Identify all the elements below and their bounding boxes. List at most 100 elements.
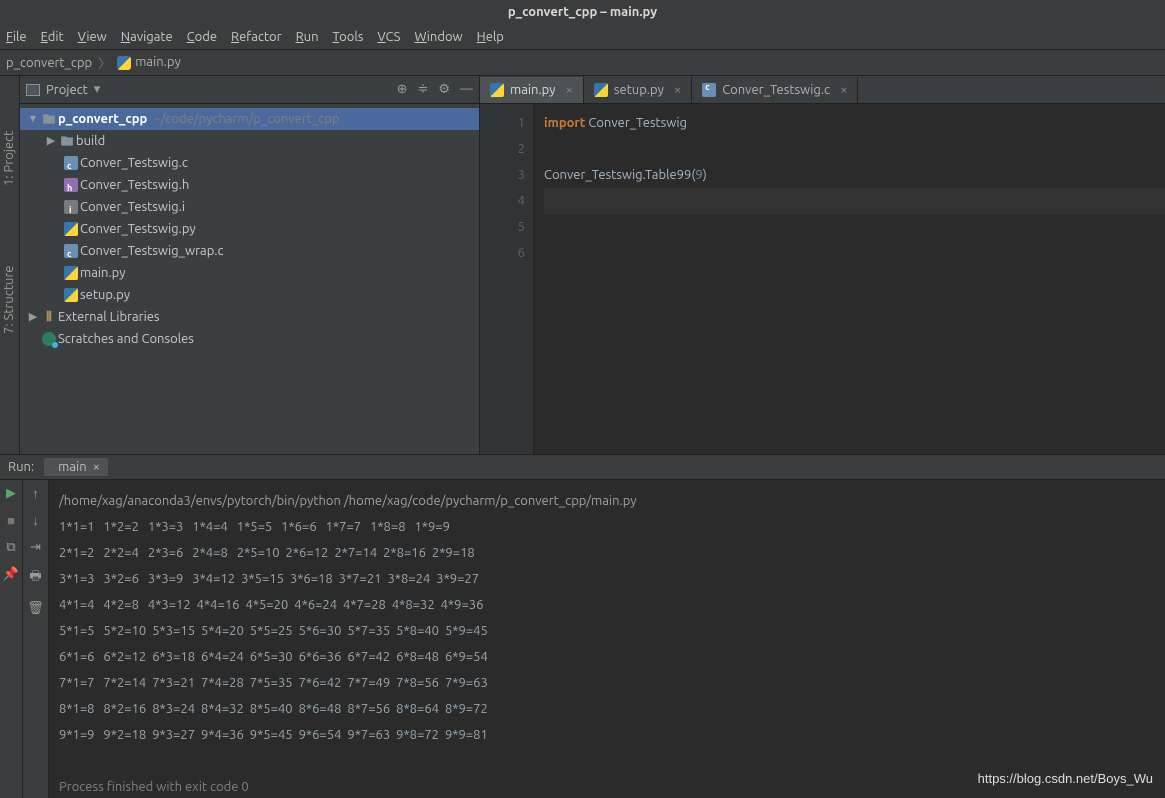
menu-edit[interactable]: Edit xyxy=(41,30,64,44)
main-split: 1: Project 7: Structure Project ▾ ⊕ ≑ ⚙ … xyxy=(0,76,1165,454)
scratches-icon xyxy=(40,332,58,346)
rerun-icon[interactable]: ▶ xyxy=(6,486,16,501)
code-area[interactable]: 123456 import Conver_Testswig Conver_Tes… xyxy=(480,104,1165,454)
run-left-rail: ▶ ■ ⧉ 📌 xyxy=(0,480,23,798)
tree-root-name: p_convert_cpp xyxy=(58,108,147,130)
console-line: 3*1=3 3*2=6 3*3=9 3*4=12 3*5=15 3*6=18 3… xyxy=(59,566,1155,592)
menu-run[interactable]: Run xyxy=(296,30,319,44)
window-title: p_convert_cpp – main.py xyxy=(0,0,1165,24)
tree-scratches[interactable]: Scratches and Consoles xyxy=(20,328,479,350)
breadcrumb-sep: 〉 xyxy=(98,53,111,72)
tree-item[interactable]: Conver_Testswig.i xyxy=(20,196,479,218)
console-line: 5*1=5 5*2=10 5*3=15 5*4=20 5*5=25 5*6=30… xyxy=(59,618,1155,644)
file-icon xyxy=(62,178,80,192)
tree-item-label: setup.py xyxy=(80,284,130,306)
gear-icon[interactable]: ⚙ xyxy=(438,82,450,97)
code-line-current xyxy=(544,188,1165,214)
hide-icon[interactable]: — xyxy=(460,82,473,97)
tree-item-label: Conver_Testswig.h xyxy=(80,174,189,196)
pin-icon[interactable]: 📌 xyxy=(3,567,19,582)
code-line xyxy=(544,214,1165,240)
tree-root[interactable]: ▼ p_convert_cpp ~/code/pycharm/p_convert… xyxy=(20,108,479,130)
tree-item-label: Conver_Testswig.c xyxy=(80,152,188,174)
tree-item[interactable]: main.py xyxy=(20,262,479,284)
print-icon[interactable]: 🖶 xyxy=(29,567,41,589)
tree-item-label: Conver_Testswig.py xyxy=(80,218,196,240)
wrap-icon[interactable]: ⇥ xyxy=(30,540,41,555)
down-icon[interactable]: ↓ xyxy=(32,513,39,528)
console-line: 7*1=7 7*2=14 7*3=21 7*4=28 7*5=35 7*6=42… xyxy=(59,670,1155,696)
line-number: 3 xyxy=(480,162,525,188)
editor-tabs: main.py×setup.py× Conver_Testswig.c × xyxy=(480,76,1165,104)
breadcrumb-file-label: main.py xyxy=(135,55,181,69)
file-icon xyxy=(594,83,608,97)
collapse-icon[interactable]: ≑ xyxy=(417,82,428,97)
tree-item-label: build xyxy=(76,130,105,152)
stop-icon[interactable]: ■ xyxy=(7,513,15,528)
editor-tab[interactable]: Conver_Testswig.c × xyxy=(692,77,858,103)
tree-item-label: Conver_Testswig.i xyxy=(80,196,185,218)
rail-structure-tab[interactable]: 7: Structure xyxy=(2,266,16,334)
code[interactable]: import Conver_Testswig Conver_Testswig.T… xyxy=(534,104,1165,454)
menu-vcs[interactable]: VCS xyxy=(377,30,400,44)
editor-tab[interactable]: setup.py× xyxy=(584,77,692,103)
project-panel: Project ▾ ⊕ ≑ ⚙ — ▼ p_convert_cpp ~/code… xyxy=(20,76,480,454)
breadcrumb-root[interactable]: p_convert_cpp xyxy=(6,56,92,70)
menu-file[interactable]: File xyxy=(6,30,27,44)
run-tab[interactable]: main × xyxy=(44,458,108,476)
left-tool-rail: 1: Project 7: Structure xyxy=(0,76,20,454)
run-left-rail2: ↑ ↓ ⇥ 🖶 🗑 xyxy=(23,480,49,798)
menu-help[interactable]: Help xyxy=(477,30,504,44)
tree-external-libraries[interactable]: ▶ ⫴ External Libraries xyxy=(20,306,479,328)
console-line: 4*1=4 4*2=8 4*3=12 4*4=16 4*5=20 4*6=24 … xyxy=(59,592,1155,618)
editor-tab[interactable]: main.py× xyxy=(480,77,584,103)
console-line: 6*1=6 6*2=12 6*3=18 6*4=24 6*5=30 6*6=36… xyxy=(59,644,1155,670)
expand-icon[interactable]: ▶ xyxy=(26,306,40,328)
editor-area: main.py×setup.py× Conver_Testswig.c × 1234… xyxy=(480,76,1165,454)
tree-item[interactable]: Conver_Testswig.h xyxy=(20,174,479,196)
rail-project-tab[interactable]: 1: Project xyxy=(2,131,16,186)
run-tool-header: Run: main × xyxy=(0,454,1165,480)
file-icon xyxy=(62,244,80,258)
file-icon xyxy=(62,288,80,302)
project-panel-title[interactable]: Project xyxy=(46,83,88,97)
up-icon[interactable]: ↑ xyxy=(32,486,39,501)
file-icon xyxy=(62,266,80,280)
folder-icon xyxy=(58,134,76,148)
console-line: 8*1=8 8*2=16 8*3=24 8*4=32 8*5=40 8*6=48… xyxy=(59,696,1155,722)
tab-label: Conver_Testswig.c xyxy=(722,83,830,97)
close-icon[interactable]: × xyxy=(674,83,681,97)
tree-item-label: Conver_Testswig_wrap.c xyxy=(80,240,224,262)
project-panel-header: Project ▾ ⊕ ≑ ⚙ — xyxy=(20,76,479,104)
layout-icon[interactable]: ⧉ xyxy=(6,540,15,555)
project-tree: ▼ p_convert_cpp ~/code/pycharm/p_convert… xyxy=(20,104,479,354)
tree-item[interactable]: Conver_Testswig.c xyxy=(20,152,479,174)
tree-item[interactable]: Conver_Testswig.py xyxy=(20,218,479,240)
menu-tools[interactable]: Tools xyxy=(333,30,364,44)
close-icon[interactable]: × xyxy=(93,460,100,474)
line-number: 6 xyxy=(480,240,525,266)
menu-code[interactable]: Code xyxy=(187,30,217,44)
line-number: 4 xyxy=(480,188,525,214)
expand-icon[interactable]: ▼ xyxy=(26,108,40,130)
menu-refactor[interactable]: Refactor xyxy=(231,30,282,44)
tree-item[interactable]: ▶ build xyxy=(20,130,479,152)
file-icon xyxy=(702,83,716,97)
close-icon[interactable]: × xyxy=(840,83,847,97)
expand-icon[interactable]: ▶ xyxy=(44,130,58,152)
tree-extlib-label: External Libraries xyxy=(58,306,160,328)
locate-icon[interactable]: ⊕ xyxy=(397,82,408,97)
menu-window[interactable]: Window xyxy=(414,30,462,44)
tree-item[interactable]: setup.py xyxy=(20,284,479,306)
folder-icon xyxy=(40,112,58,126)
breadcrumb-file[interactable]: main.py xyxy=(117,55,181,70)
close-icon[interactable]: × xyxy=(566,83,573,97)
tree-item[interactable]: Conver_Testswig_wrap.c xyxy=(20,240,479,262)
code-line xyxy=(544,136,1165,162)
trash-icon[interactable]: 🗑 xyxy=(27,601,44,616)
dropdown-icon[interactable]: ▾ xyxy=(94,82,101,97)
menu-navigate[interactable]: Navigate xyxy=(121,30,173,44)
menu-view[interactable]: View xyxy=(78,30,107,44)
console-output[interactable]: /home/xag/anaconda3/envs/pytorch/bin/pyt… xyxy=(49,480,1165,798)
menu-bar: File Edit View Navigate Code Refactor Run Tools… xyxy=(0,24,1165,50)
